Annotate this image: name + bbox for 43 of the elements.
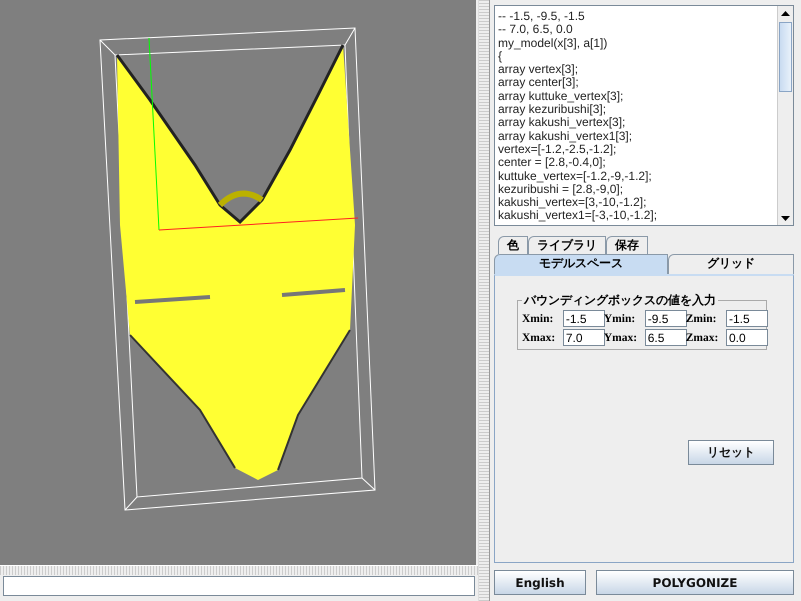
input-field[interactable] xyxy=(3,576,475,596)
action-button[interactable]: POLYGONIZE xyxy=(596,570,794,595)
group-title: バウンディングボックスの値を入力 xyxy=(522,292,717,309)
code-line: center = [2.8,-0.4,0]; xyxy=(498,156,606,170)
code-line: array vertex[3]; xyxy=(498,63,580,76)
code-line: array kakushi_vertex[3]; xyxy=(498,116,626,130)
input-field[interactable]: 0.0 xyxy=(726,329,768,346)
tab[interactable]: モデルスペース xyxy=(494,254,668,274)
code-line: -- -1.5, -9.5, -1.5 xyxy=(498,10,586,24)
code-line: kuttuke_vertex=[-1.2,-9,-1.2]; xyxy=(498,170,653,183)
code-editor[interactable] xyxy=(494,5,794,226)
code-line: kakushi_vertex1=[-3,-10,-1.2]; xyxy=(498,209,658,223)
field-label: Ymax: xyxy=(604,332,638,344)
code-line: vertex=[-1.2,-2.5,-1.2]; xyxy=(498,142,616,156)
reset-button[interactable]: リセット xyxy=(688,440,774,465)
code-line: my_model(x[3], a[1]) xyxy=(498,36,608,50)
input-field[interactable]: 7.0 xyxy=(562,329,605,346)
action-button[interactable]: English xyxy=(494,570,586,595)
scroll-thumb[interactable] xyxy=(779,22,792,92)
field-label: Zmax: xyxy=(686,332,720,344)
input-field[interactable]: -1.5 xyxy=(562,310,605,327)
input-field[interactable]: -1.5 xyxy=(726,310,768,327)
code-line: array kezuribushi[3]; xyxy=(498,103,606,116)
code-line: kezuribushi = [2.8,-9,0]; xyxy=(498,182,624,196)
code-line: { xyxy=(498,50,502,64)
tab[interactable]: 色 xyxy=(498,236,528,254)
code-line: array kakushi_vertex1[3]; xyxy=(498,130,634,143)
code-line: array center[3]; xyxy=(498,76,580,90)
code-line: -- 7.0, 6.5, 0.0 xyxy=(498,23,574,37)
input-field[interactable]: -9.5 xyxy=(644,310,687,327)
splitter-handle[interactable] xyxy=(478,0,490,601)
tab[interactable]: ライブラリ xyxy=(528,236,606,254)
tab[interactable]: グリッド xyxy=(668,254,794,274)
field-label: Zmin: xyxy=(686,312,718,324)
field-label: Ymin: xyxy=(604,312,636,324)
field-label: Xmin: xyxy=(522,312,554,324)
tab[interactable]: 保存 xyxy=(606,236,648,254)
field-label: Xmax: xyxy=(522,332,556,344)
input-field[interactable]: 6.5 xyxy=(644,329,687,346)
3d-viewport[interactable] xyxy=(0,0,478,565)
scrollbar[interactable] xyxy=(777,6,793,225)
code-line: kakushi_vertex=[3,-10,-1.2]; xyxy=(498,196,648,210)
code-line: array kuttuke_vertex[3]; xyxy=(498,90,624,104)
